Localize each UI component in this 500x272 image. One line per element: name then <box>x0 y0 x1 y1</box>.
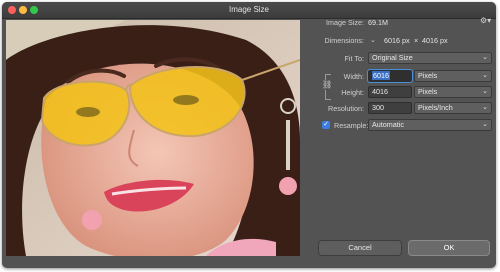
height-input[interactable]: 4016 <box>368 86 412 98</box>
width-label: Width: <box>343 72 364 81</box>
chevron-down-icon: ⌄ <box>482 104 488 111</box>
width-input[interactable]: 6016 <box>367 69 413 83</box>
image-preview[interactable] <box>6 20 300 256</box>
chevron-down-icon[interactable]: ⌄ <box>370 36 376 44</box>
resolution-input[interactable]: 300 <box>368 102 412 114</box>
chevron-down-icon: ⌄ <box>482 54 488 61</box>
preview-photo <box>6 20 300 256</box>
chevron-down-icon: ⌄ <box>482 72 488 79</box>
fit-to-value: Original Size <box>372 53 413 62</box>
title-bar: Image Size <box>2 2 496 19</box>
resample-label: Resample: <box>334 121 369 130</box>
window-title: Image Size <box>228 5 270 14</box>
cancel-button[interactable]: Cancel <box>318 240 402 256</box>
width-value: 6016 <box>372 71 390 80</box>
image-size-label: Image Size: <box>326 18 364 27</box>
fit-to-select[interactable]: Original Size ⌄ <box>368 52 492 64</box>
resample-select[interactable]: Automatic ⌄ <box>368 119 492 131</box>
ok-button[interactable]: OK <box>408 240 490 256</box>
resolution-label: Resolution: <box>328 104 364 113</box>
dimensions-separator: × <box>414 36 419 45</box>
link-icon[interactable]: ⛓ <box>322 80 332 90</box>
dimensions-height: 4016 px <box>422 36 448 45</box>
dimensions-width: 6016 px <box>384 36 410 45</box>
resample-checkbox[interactable]: ✓ <box>322 121 330 129</box>
fit-to-label: Fit To: <box>344 54 364 63</box>
resolution-unit-select[interactable]: Pixels/Inch ⌄ <box>414 102 492 114</box>
chevron-down-icon: ⌄ <box>482 88 488 95</box>
resample-value: Automatic <box>372 120 404 129</box>
height-unit-select[interactable]: Pixels ⌄ <box>414 86 492 98</box>
height-unit: Pixels <box>418 87 438 96</box>
width-unit-select[interactable]: Pixels ⌄ <box>414 70 492 82</box>
height-label: Height: <box>341 88 364 97</box>
image-size-value: 69.1M <box>368 18 388 27</box>
chevron-down-icon: ⌄ <box>482 121 488 128</box>
image-size-dialog: Image Size Image Size: 69.1M ⚙▾ Dimensio… <box>2 2 496 268</box>
gear-icon[interactable]: ⚙▾ <box>480 16 491 25</box>
resolution-unit: Pixels/Inch <box>418 103 453 112</box>
dimensions-label: Dimensions: <box>324 36 364 45</box>
width-unit: Pixels <box>418 71 438 80</box>
